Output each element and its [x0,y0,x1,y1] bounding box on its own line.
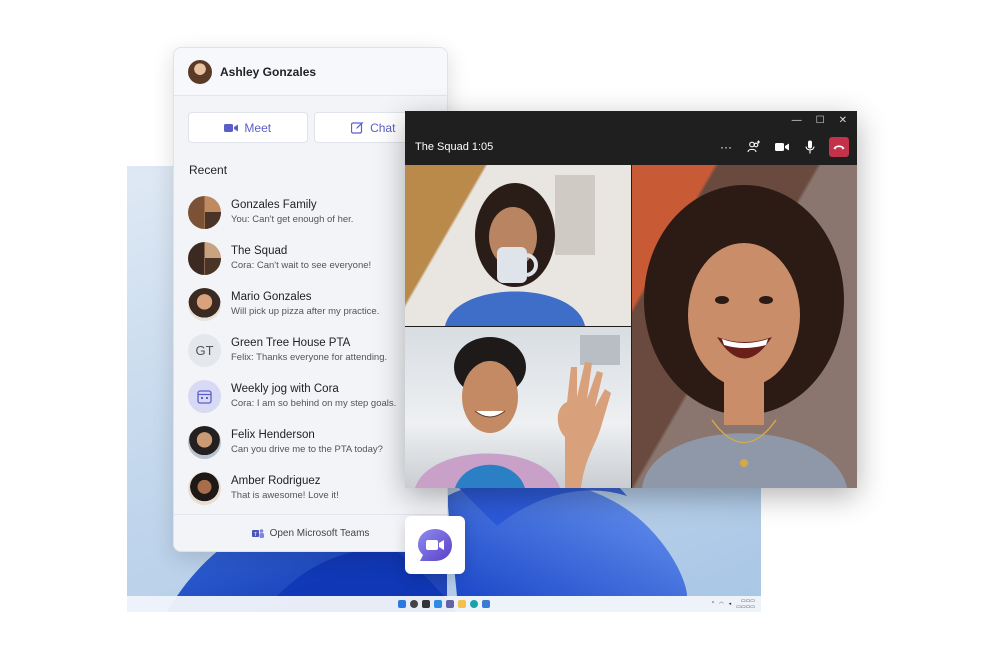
video-grid [405,165,857,488]
wifi-icon[interactable]: ◠ [719,601,723,607]
chat-preview: Can you drive me to the PTA today? [231,444,383,455]
call-toolbar: The Squad 1:05 ··· [405,129,857,165]
chat-preview: You: Can't get enough of her. [231,214,354,225]
widgets-icon[interactable] [434,600,442,608]
calendar-avatar [188,379,221,413]
clock-line-2: ▭▭▭▭ [736,604,755,610]
person-avatar [188,287,221,321]
close-icon[interactable]: ✕ [839,115,847,126]
mic-icon[interactable] [801,138,819,156]
file-explorer-icon[interactable] [458,600,466,608]
chat-name: Green Tree House PTA [231,337,351,349]
person-avatar [188,425,221,459]
maximize-icon[interactable]: ☐ [816,115,825,126]
teams-chat-icon[interactable] [446,600,454,608]
volume-icon[interactable]: ◂ [729,601,732,607]
video-camera-icon [224,123,239,132]
more-icon[interactable]: ··· [717,138,735,156]
start-icon[interactable] [398,600,406,608]
chat-name: Weekly jog with Cora [231,383,339,395]
compose-icon [351,121,364,134]
initials-avatar: GT [188,333,221,367]
chat-name: Mario Gonzales [231,291,312,303]
meet-label: Meet [244,120,272,135]
camera-icon[interactable] [773,138,791,156]
calendar-icon [197,389,212,404]
window-titlebar: — ☐ ✕ [405,111,857,129]
meet-chat-bubble-icon [418,529,452,561]
call-controls: ··· [717,137,857,157]
edge-icon[interactable] [470,600,478,608]
system-tray[interactable]: ^ ◠ ◂ ▭▭▭ ▭▭▭▭ [712,598,755,610]
call-window: — ☐ ✕ The Squad 1:05 ··· [405,111,857,488]
person-avatar [188,471,221,505]
call-title: The Squad 1:05 [415,141,494,153]
user-avatar[interactable] [188,59,212,84]
group-avatar [188,195,221,229]
teams-meet-app-icon[interactable] [405,516,465,574]
open-teams-label: Open Microsoft Teams [269,527,370,539]
taskbar: ^ ◠ ◂ ▭▭▭ ▭▭▭▭ [127,596,761,612]
group-avatar [188,241,221,275]
participant-woman-mug[interactable] [405,165,631,326]
teams-logo-icon: T [251,528,264,538]
hang-up-button[interactable] [829,137,849,157]
taskbar-clock[interactable]: ▭▭▭ ▭▭▭▭ [736,598,755,610]
hang-up-icon [833,145,845,150]
screenshot-stage: ^ ◠ ◂ ▭▭▭ ▭▭▭▭ Ashley Gonzales Meet Chat… [0,0,1000,659]
chat-preview: Felix: Thanks everyone for attending. [231,352,388,363]
chat-preview: That is awesome! Love it! [231,490,339,501]
store-icon[interactable] [482,600,490,608]
chat-name: Amber Rodriguez [231,475,321,487]
participant-man-waving[interactable] [405,327,631,488]
flyout-header: Ashley Gonzales [174,48,447,96]
chat-preview: Will pick up pizza after my practice. [231,306,380,317]
user-name: Ashley Gonzales [220,64,317,79]
chat-name: The Squad [231,245,288,257]
chat-preview: Cora: I am so behind on my step goals. [231,398,397,409]
chat-name: Felix Henderson [231,429,315,441]
minimize-icon[interactable]: — [792,115,802,126]
meet-button[interactable]: Meet [188,112,308,143]
search-icon[interactable] [410,600,418,608]
participant-woman-laughing[interactable] [632,165,857,488]
chat-label: Chat [370,120,396,135]
add-people-icon[interactable] [745,138,763,156]
task-view-icon[interactable] [422,600,430,608]
tray-chevron-icon[interactable]: ^ [712,601,714,607]
chat-name: Gonzales Family [231,199,317,211]
chat-preview: Cora: Can't wait to see everyone! [231,260,372,271]
